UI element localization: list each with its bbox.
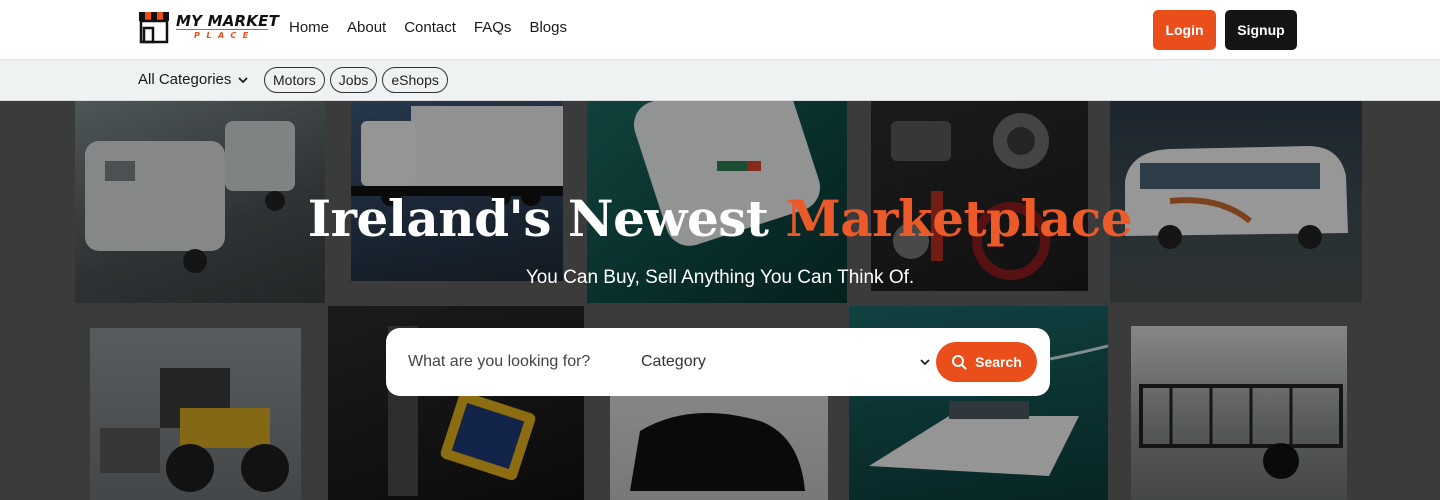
brand-name: MY MARKET: [176, 12, 279, 30]
chevron-down-icon: [238, 76, 249, 83]
tile-utility-trailer: [1131, 326, 1347, 500]
brand-tagline: PLACE: [194, 31, 255, 40]
hero-subtitle: You Can Buy, Sell Anything You Can Think…: [525, 267, 915, 288]
category-chips: Motors Jobs eShops: [264, 67, 448, 93]
nav-home[interactable]: Home: [289, 19, 329, 36]
chip-motors[interactable]: Motors: [264, 67, 325, 93]
tile-motor-scooter: [610, 391, 828, 500]
hero-title-main: Ireland's Newest: [307, 189, 786, 248]
search-button-label: Search: [975, 354, 1022, 370]
signup-button[interactable]: Signup: [1225, 10, 1297, 50]
tile-wheel-loader: [90, 328, 301, 500]
hero-title: Ireland's Newest Marketplace: [0, 189, 1440, 248]
search-button[interactable]: Search: [936, 342, 1037, 382]
search-icon: [952, 355, 967, 370]
categories-bar: All Categories Motors Jobs eShops: [0, 60, 1440, 101]
chip-jobs[interactable]: Jobs: [329, 67, 378, 93]
category-select[interactable]: Category: [641, 348, 931, 376]
nav-faqs[interactable]: FAQs: [474, 19, 512, 36]
all-categories-dropdown[interactable]: All Categories: [138, 71, 249, 88]
nav-about[interactable]: About: [347, 19, 386, 36]
nav-contact[interactable]: Contact: [404, 19, 456, 36]
chip-eshops[interactable]: eShops: [382, 67, 448, 93]
market-stall-icon: [139, 12, 169, 44]
all-categories-label: All Categories: [138, 71, 232, 88]
site-logo[interactable]: MY MARKET PLACE: [138, 10, 279, 46]
category-select-value: Category: [641, 353, 706, 370]
hero-section: Ireland's Newest Marketplace You Can Buy…: [0, 101, 1440, 500]
top-navbar: MY MARKET PLACE Home About Contact FAQs …: [0, 0, 1440, 60]
brand-underline: [176, 29, 268, 30]
search-bar: Category Search: [386, 328, 1050, 396]
login-button[interactable]: Login: [1153, 10, 1216, 50]
hero-title-accent: Marketplace: [785, 189, 1133, 248]
chevron-down-icon: [920, 359, 930, 366]
nav-blogs[interactable]: Blogs: [529, 19, 567, 36]
main-nav: Home About Contact FAQs Blogs: [289, 19, 567, 36]
search-input[interactable]: [408, 350, 618, 374]
